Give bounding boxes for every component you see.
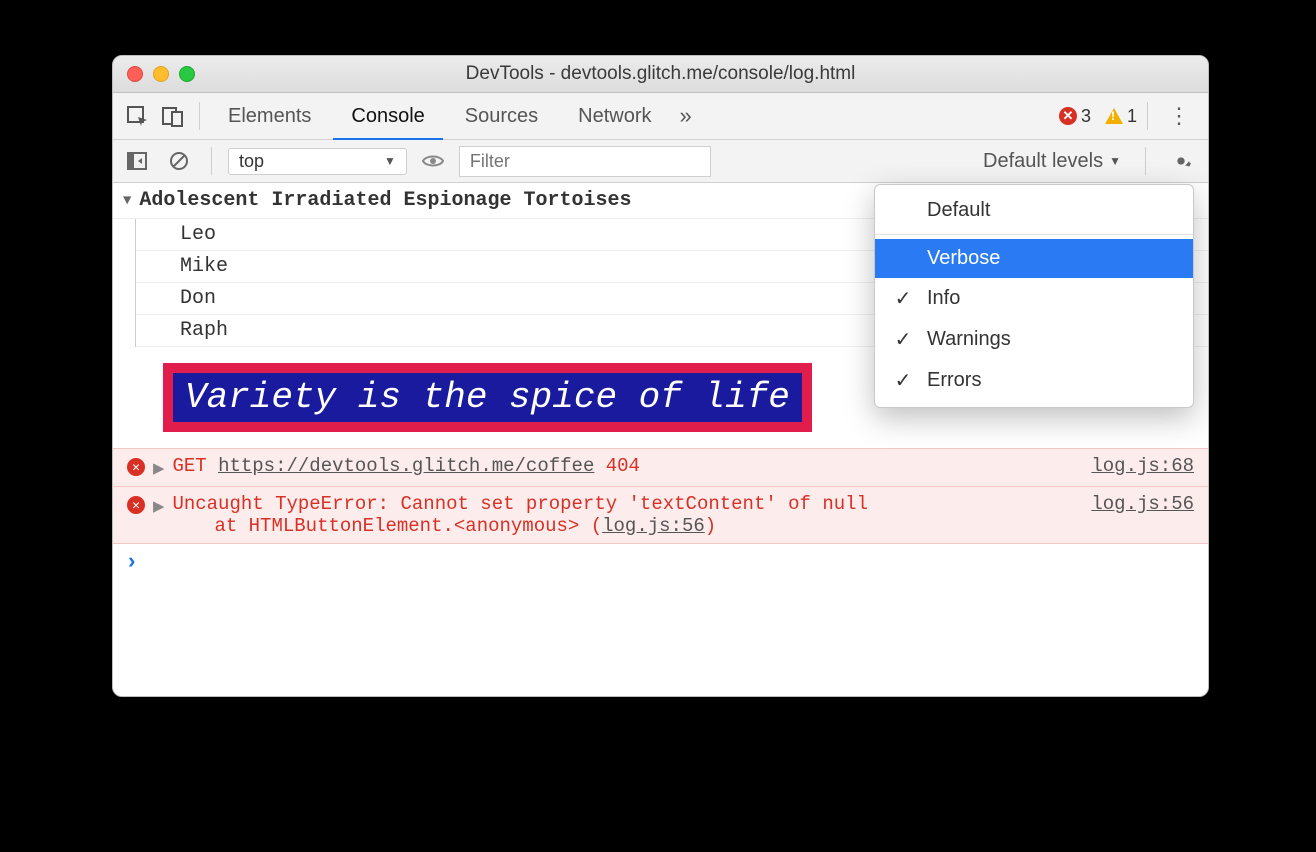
- tab-console[interactable]: Console: [333, 92, 442, 141]
- stack-text: ): [705, 515, 716, 537]
- tab-sources[interactable]: Sources: [447, 93, 556, 139]
- tab-label: Console: [351, 105, 424, 128]
- check-icon: ✓: [893, 286, 913, 311]
- option-label: Default: [927, 199, 990, 222]
- level-option-warnings[interactable]: ✓ Warnings: [875, 319, 1193, 360]
- error-icon: ✕: [127, 496, 145, 514]
- chevron-down-icon: ▼: [384, 154, 396, 168]
- warning-icon: [1105, 108, 1123, 124]
- device-toolbar-icon[interactable]: [157, 100, 189, 132]
- stack-text: at HTMLButtonElement.<anonymous> (: [214, 515, 602, 537]
- check-icon: ✓: [893, 327, 913, 352]
- warning-count-badge[interactable]: 1: [1105, 106, 1137, 127]
- console-settings-icon[interactable]: [1162, 150, 1200, 172]
- tabs-overflow-button[interactable]: »: [674, 93, 698, 139]
- inspect-element-icon[interactable]: [121, 100, 153, 132]
- separator: [199, 102, 200, 130]
- separator: [211, 147, 212, 175]
- error-count-badge[interactable]: ✕ 3: [1059, 106, 1091, 127]
- error-message: Uncaught TypeError: Cannot set property …: [172, 493, 1083, 537]
- devtools-window: DevTools - devtools.glitch.me/console/lo…: [112, 55, 1209, 697]
- stack-link[interactable]: log.js:56: [602, 515, 705, 537]
- log-text: Don: [180, 287, 216, 310]
- warning-count: 1: [1127, 106, 1137, 127]
- option-label: Info: [927, 287, 960, 310]
- group-title: Adolescent Irradiated Espionage Tortoise…: [139, 189, 631, 212]
- tab-network[interactable]: Network: [560, 93, 669, 139]
- option-label: Errors: [927, 369, 981, 392]
- console-toolbar: top ▼ Default levels ▼: [113, 140, 1208, 183]
- expand-error-icon[interactable]: ▶: [153, 457, 164, 480]
- error-icon: ✕: [1059, 107, 1077, 125]
- console-error-line: ✕ ▶ GET https://devtools.glitch.me/coffe…: [113, 448, 1208, 487]
- log-text: Mike: [180, 255, 228, 278]
- zoom-window-button[interactable]: [179, 66, 195, 82]
- levels-label: Default levels: [983, 150, 1103, 173]
- error-count: 3: [1081, 106, 1091, 127]
- level-option-info[interactable]: ✓ Info: [875, 278, 1193, 319]
- expand-error-icon[interactable]: ▶: [153, 495, 164, 518]
- minimize-window-button[interactable]: [153, 66, 169, 82]
- menu-separator: [875, 234, 1193, 235]
- error-icon: ✕: [127, 458, 145, 476]
- source-link[interactable]: log.js:68: [1091, 455, 1194, 477]
- traffic-lights: [113, 66, 195, 82]
- level-option-default[interactable]: Default: [875, 191, 1193, 230]
- level-option-errors[interactable]: ✓ Errors: [875, 360, 1193, 401]
- option-label: Warnings: [927, 328, 1011, 351]
- stack-frame: at HTMLButtonElement.<anonymous> (log.js…: [172, 515, 1083, 537]
- tab-label: Elements: [228, 105, 311, 128]
- log-levels-dropdown: Default Verbose ✓ Info ✓ Warnings ✓ Erro…: [874, 184, 1194, 408]
- filter-input[interactable]: [459, 146, 711, 177]
- level-option-verbose[interactable]: Verbose: [875, 239, 1193, 278]
- panel-tabs: Elements Console Sources Network » ✕ 3 1…: [113, 93, 1208, 140]
- console-prompt[interactable]: ›: [113, 544, 1208, 581]
- tab-label: Sources: [465, 105, 538, 128]
- live-expression-icon[interactable]: [417, 145, 449, 177]
- chevron-down-icon: ▼: [1109, 154, 1121, 168]
- http-status: 404: [606, 455, 640, 477]
- context-selector[interactable]: top ▼: [228, 148, 407, 175]
- more-options-button[interactable]: ⋮: [1158, 103, 1200, 129]
- log-levels-selector[interactable]: Default levels ▼: [975, 146, 1129, 177]
- styled-log-text: Variety is the spice of life: [163, 363, 812, 432]
- separator: [1147, 102, 1148, 130]
- log-text: Leo: [180, 223, 216, 246]
- source-link[interactable]: log.js:56: [1091, 493, 1194, 515]
- context-value: top: [239, 151, 264, 172]
- error-text: Uncaught TypeError: Cannot set property …: [172, 493, 868, 515]
- overflow-glyph: »: [680, 103, 692, 129]
- tab-label: Network: [578, 105, 651, 128]
- window-title: DevTools - devtools.glitch.me/console/lo…: [113, 63, 1208, 85]
- option-label: Verbose: [927, 247, 1000, 270]
- separator: [1145, 147, 1146, 175]
- disclosure-triangle-icon: ▼: [123, 193, 131, 209]
- log-text: Raph: [180, 319, 228, 342]
- close-window-button[interactable]: [127, 66, 143, 82]
- tab-elements[interactable]: Elements: [210, 93, 329, 139]
- check-icon: ✓: [893, 368, 913, 393]
- titlebar: DevTools - devtools.glitch.me/console/lo…: [113, 56, 1208, 93]
- console-error-line: ✕ ▶ Uncaught TypeError: Cannot set prope…: [113, 487, 1208, 544]
- clear-console-icon[interactable]: [163, 145, 195, 177]
- show-console-sidebar-icon[interactable]: [121, 145, 153, 177]
- http-method: GET: [172, 455, 206, 477]
- error-message: GET https://devtools.glitch.me/coffee 40…: [172, 455, 1083, 477]
- error-url[interactable]: https://devtools.glitch.me/coffee: [218, 455, 594, 477]
